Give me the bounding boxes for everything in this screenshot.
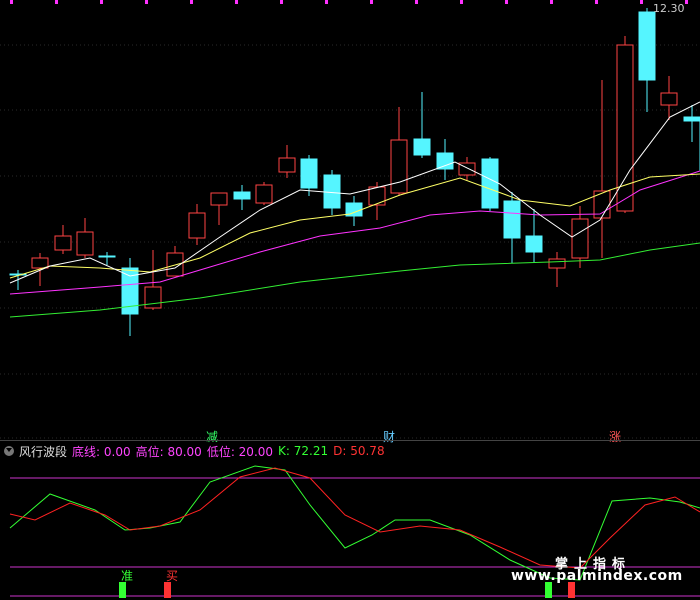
candle-body-21: [481, 158, 499, 209]
candle-body-4: [98, 255, 116, 258]
candlestick-chart[interactable]: [0, 0, 700, 440]
top-tick-4: [190, 0, 193, 4]
signal-label-buy: 买: [166, 569, 179, 583]
indicator-name: 风行波段: [19, 444, 68, 459]
watermark-url: www.palmindex.com: [511, 568, 683, 584]
candle-body-3: [76, 231, 94, 256]
top-tick-8: [370, 0, 373, 4]
candle-body-10: [233, 191, 251, 200]
candle-body-12: [278, 157, 296, 173]
price-gridlines: [0, 44, 700, 439]
indicator-info-bar: 风行波段 底线: 0.00 高位: 80.00 低位: 20.00 K: 72.…: [0, 443, 390, 459]
signal-label-ready: 准: [121, 569, 134, 583]
param-k-value: K: 72.21: [278, 444, 329, 458]
candle-body-24: [548, 258, 566, 269]
candle-body-13: [300, 158, 318, 189]
candle-body-17: [390, 139, 408, 194]
collapse-icon[interactable]: [4, 446, 14, 456]
top-tick-14: [640, 0, 643, 4]
top-tick-12: [550, 0, 553, 4]
ready-signal-bar-1: [119, 582, 126, 598]
candle-body-9: [210, 192, 228, 206]
candle-body-14: [323, 174, 341, 209]
high-price-label: 12.30: [653, 2, 685, 15]
ma10-line: [9, 173, 700, 279]
candle-body-23: [525, 235, 543, 253]
param-low-level: 低位: 20.00: [206, 444, 274, 459]
buy-signal-bar-2: [568, 582, 575, 598]
candle-body-30: [683, 116, 700, 122]
candle-body-27: [616, 44, 634, 212]
ready-signal-bar-2: [545, 582, 552, 598]
candle-body-6: [144, 286, 162, 309]
top-tick-11: [505, 0, 508, 4]
candle-body-8: [188, 212, 206, 239]
param-high-level: 高位: 80.00: [135, 444, 202, 459]
candle-body-19: [436, 152, 454, 170]
top-marker-ticks: [10, 0, 688, 4]
candle-body-22: [503, 200, 521, 239]
param-baseline: 底线: 0.00: [72, 444, 131, 459]
candle-body-16: [368, 186, 386, 206]
top-tick-15: [685, 0, 688, 4]
top-tick-1: [55, 0, 58, 4]
candle-body-2: [54, 235, 72, 251]
top-tick-13: [595, 0, 598, 4]
candle-body-29: [660, 92, 678, 106]
top-tick-7: [325, 0, 328, 4]
candle-body-25: [571, 218, 589, 259]
candle-body-11: [255, 184, 273, 204]
top-tick-0: [10, 0, 13, 4]
top-tick-5: [235, 0, 238, 4]
top-tick-6: [280, 0, 283, 4]
candle-body-1: [31, 257, 49, 269]
buy-signal-bar-1: [164, 582, 171, 598]
ma60-line: [9, 242, 700, 318]
candles-group: [9, 8, 700, 336]
candle-body-28: [638, 11, 656, 81]
top-tick-9: [415, 0, 418, 4]
top-tick-3: [145, 0, 148, 4]
param-d-value: D: 50.78: [333, 444, 385, 458]
top-tick-10: [460, 0, 463, 4]
top-tick-2: [100, 0, 103, 4]
candle-body-18: [413, 138, 431, 156]
